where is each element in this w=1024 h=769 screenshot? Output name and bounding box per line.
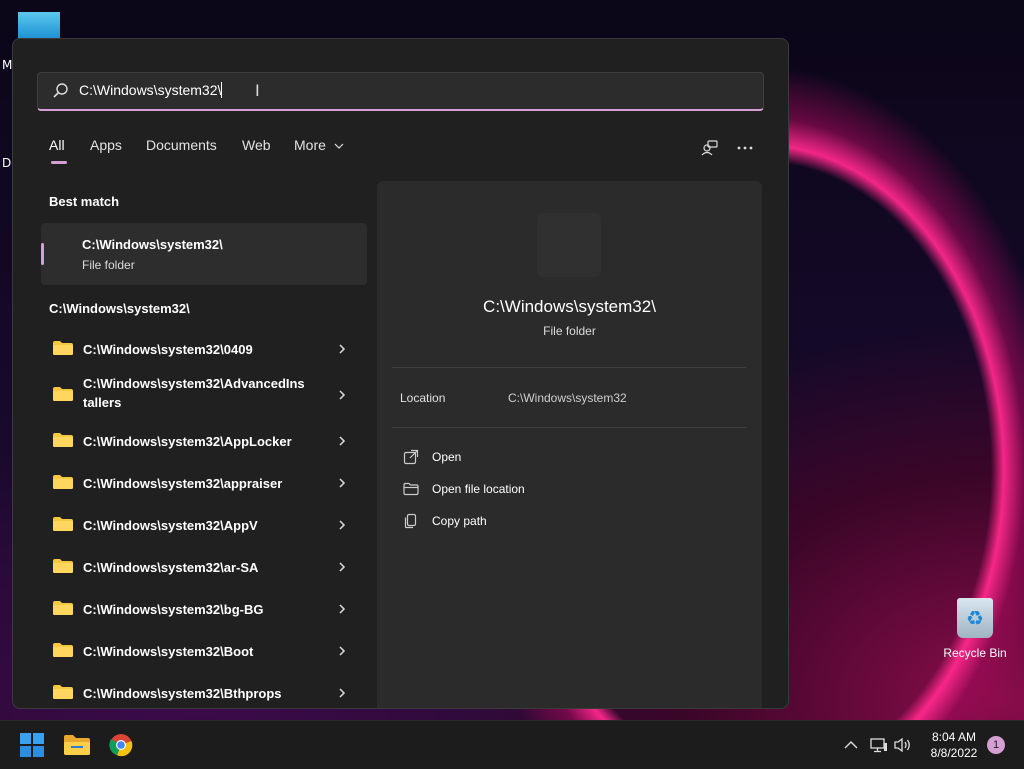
location-label: Location — [400, 391, 446, 405]
location-value: C:\Windows\system32 — [508, 391, 627, 405]
list-item[interactable]: C:\Windows\system32\ar-SA — [41, 547, 367, 587]
preview-pane: C:\Windows\system32\ File folder Locatio… — [377, 181, 762, 708]
clock-date: 8/8/2022 — [930, 746, 978, 760]
recycle-bin-icon — [957, 598, 993, 638]
folder-preview-icon — [537, 213, 601, 277]
tab-apps[interactable]: Apps — [90, 137, 122, 153]
account-switch-icon — [701, 140, 718, 156]
list-item[interactable]: C:\Windows\system32\AppLocker — [41, 421, 367, 461]
folder-icon — [53, 559, 73, 573]
chevron-up-icon[interactable] — [844, 740, 858, 750]
chevron-right-icon[interactable] — [337, 604, 347, 614]
search-icon — [53, 83, 68, 98]
folder-icon — [53, 643, 73, 657]
desktop-icon[interactable] — [18, 12, 60, 40]
ellipsis-icon — [737, 146, 753, 150]
list-item[interactable]: C:\Windows\system32\appraiser — [41, 463, 367, 503]
list-item[interactable]: C:\Windows\system32\Bthprops — [41, 673, 367, 708]
folder-icon — [53, 475, 73, 489]
best-match-heading: Best match — [49, 194, 120, 209]
preview-title: C:\Windows\system32\ — [483, 297, 656, 316]
folder-icon — [53, 517, 73, 531]
clock[interactable]: 8:04 AM 8/8/2022 — [920, 729, 988, 761]
list-item-label: C:\Windows\system32\Bthprops — [83, 686, 282, 701]
start-icon — [20, 733, 44, 757]
network-icon[interactable] — [870, 737, 888, 753]
search-box[interactable]: C:\Windows\system32\ I — [37, 72, 764, 111]
best-match-title: C:\Windows\system32\ — [82, 237, 223, 252]
copy-icon — [404, 513, 417, 529]
tab-all[interactable]: All — [49, 137, 65, 153]
tab-documents[interactable]: Documents — [146, 137, 217, 153]
folder-icon — [53, 685, 73, 699]
chevron-right-icon[interactable] — [337, 688, 347, 698]
chevron-right-icon[interactable] — [337, 520, 347, 530]
chrome-button[interactable] — [101, 729, 141, 761]
active-tab-indicator — [51, 161, 67, 164]
divider — [392, 367, 746, 368]
list-item[interactable]: C:\Windows\system32\AppV — [41, 505, 367, 545]
selection-indicator — [41, 243, 44, 265]
list-item-label: C:\Windows\system32\AppV — [83, 518, 258, 533]
list-item[interactable]: C:\Windows\system32\Boot — [41, 631, 367, 671]
volume-icon[interactable] — [893, 737, 913, 753]
folder-icon — [53, 601, 73, 615]
folder-icon — [53, 387, 73, 401]
chevron-right-icon[interactable] — [337, 478, 347, 488]
tab-more[interactable]: More — [294, 137, 344, 153]
list-item-label: C:\Windows\system32\0409 — [83, 342, 253, 357]
chevron-right-icon[interactable] — [337, 390, 347, 400]
more-options-button[interactable] — [732, 135, 758, 161]
chevron-right-icon[interactable] — [337, 436, 347, 446]
search-input[interactable]: C:\Windows\system32\ — [79, 82, 223, 98]
folder-icon — [53, 341, 73, 355]
list-item[interactable]: C:\Windows\system32\0409 — [41, 329, 367, 369]
preview-subtitle: File folder — [543, 324, 596, 338]
copy-path-label: Copy path — [432, 514, 487, 528]
taskbar: 8:04 AM 8/8/2022 1 — [0, 720, 1024, 769]
list-item-label: C:\Windows\system32\ar-SA — [83, 560, 259, 575]
chevron-right-icon[interactable] — [337, 344, 347, 354]
open-file-location-label: Open file location — [432, 482, 525, 496]
chevron-right-icon[interactable] — [337, 562, 347, 572]
copy-path-action[interactable]: Copy path — [403, 511, 703, 533]
chevron-down-icon — [334, 143, 344, 149]
results-heading: C:\Windows\system32\ — [49, 301, 190, 316]
open-external-icon — [403, 449, 419, 465]
text-cursor-icon: I — [255, 81, 260, 100]
best-match-item[interactable]: C:\Windows\system32\ File folder — [41, 223, 367, 285]
file-explorer-button[interactable] — [57, 729, 97, 761]
search-panel: C:\Windows\system32\ I All Apps Document… — [12, 38, 789, 709]
list-item-label: C:\Windows\system32\AppLocker — [83, 434, 292, 449]
open-file-location-action[interactable]: Open file location — [403, 479, 703, 501]
desktop-icon-label: D — [2, 156, 12, 170]
folder-icon — [53, 433, 73, 447]
chevron-right-icon[interactable] — [337, 646, 347, 656]
file-explorer-icon — [64, 735, 90, 755]
open-action-label: Open — [432, 450, 462, 464]
best-match-subtitle: File folder — [82, 258, 135, 272]
account-button[interactable] — [697, 135, 723, 161]
list-item[interactable]: C:\Windows\system32\AdvancedInstallers — [41, 371, 367, 417]
recycle-bin[interactable]: Recycle Bin — [940, 598, 1010, 660]
tab-web[interactable]: Web — [242, 137, 271, 153]
notification-badge[interactable]: 1 — [987, 736, 1005, 754]
start-button[interactable] — [12, 729, 52, 761]
list-item-label: C:\Windows\system32\bg-BG — [83, 602, 264, 617]
list-item-label: C:\Windows\system32\appraiser — [83, 476, 283, 491]
list-item-label: C:\Windows\system32\AdvancedInstallers — [83, 376, 305, 410]
tab-more-label: More — [294, 137, 326, 153]
list-item-label: C:\Windows\system32\Boot — [83, 644, 254, 659]
chrome-icon — [109, 734, 133, 757]
clock-time: 8:04 AM — [931, 730, 977, 744]
open-action[interactable]: Open — [403, 447, 703, 469]
divider — [392, 427, 746, 428]
recycle-bin-label: Recycle Bin — [943, 646, 1007, 660]
desktop-icon-label: M — [2, 58, 13, 72]
list-item[interactable]: C:\Windows\system32\bg-BG — [41, 589, 367, 629]
folder-outline-icon — [403, 482, 419, 496]
